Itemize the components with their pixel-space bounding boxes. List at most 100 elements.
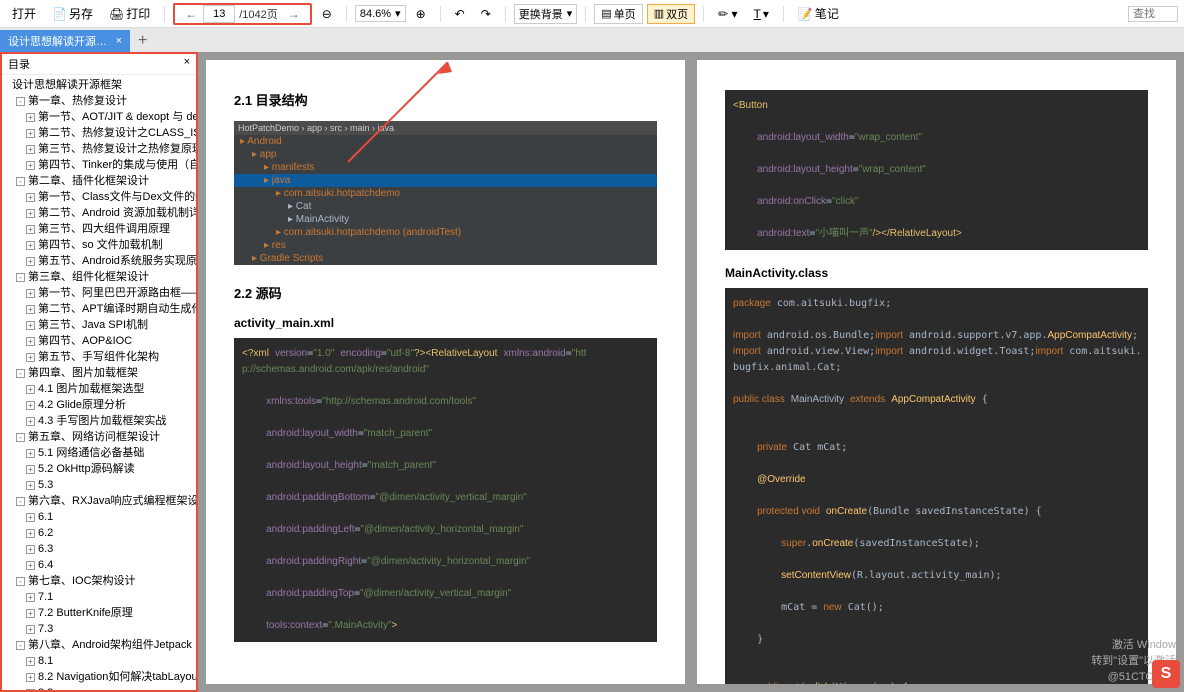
tree-toggle-icon[interactable]: + [26,225,35,234]
tree-toggle-icon[interactable]: + [26,625,35,634]
tree-toggle-icon[interactable]: + [26,321,35,330]
tree-toggle-icon[interactable]: - [16,641,25,650]
outline-item[interactable]: -第四章、图片加载框架 [2,365,196,381]
outline-item[interactable]: +6.4 [2,557,196,573]
background-select[interactable]: 更换背景 ▾ [514,4,578,24]
outline-item[interactable]: -第一章、热修复设计 [2,93,196,109]
text-button[interactable]: T ▾ [748,5,775,23]
outline-item[interactable]: -第六章、RXJava响应式编程框架设计 [2,493,196,509]
prev-page-button[interactable]: ← [179,7,203,21]
tree-toggle-icon[interactable]: + [26,529,35,538]
tree-toggle-icon[interactable]: + [26,465,35,474]
tree-toggle-icon[interactable]: + [26,593,35,602]
outline-item[interactable]: +第二节、热修复设计之CLASS_ISPREVER [2,125,196,141]
notes-button[interactable]: 📝笔记 [792,3,845,24]
document-tab[interactable]: 设计思想解读开源框架无水印版 × [0,30,130,52]
outline-item[interactable]: +4.1 图片加载框架选型 [2,381,196,397]
outline-item[interactable]: +8.1 [2,653,196,669]
tree-toggle-icon[interactable]: + [26,609,35,618]
outline-item[interactable]: +6.1 [2,509,196,525]
outline-item[interactable]: +8.3 [2,685,196,692]
page-viewport[interactable]: 2.1 目录结构 HotPatchDemo › app › src › main… [198,52,1184,692]
tree-toggle-icon[interactable]: + [26,481,35,490]
outline-item[interactable]: -第二章、插件化框架设计 [2,173,196,189]
outline-item[interactable]: +第一节、Class文件与Dex文件的结构解读 [2,189,196,205]
tree-toggle-icon[interactable]: + [26,385,35,394]
outline-item[interactable]: +第一节、阿里巴巴开源路由框——ARout [2,285,196,301]
tree-toggle-icon[interactable]: + [26,449,35,458]
rotate-right-button[interactable]: ↷ [475,5,497,23]
tree-toggle-icon[interactable]: - [16,177,25,186]
outline-item[interactable]: -第八章、Android架构组件Jetpack [2,637,196,653]
tree-toggle-icon[interactable]: + [26,673,35,682]
zoom-select[interactable]: 84.6% ▾ [355,5,406,22]
tree-toggle-icon[interactable]: - [16,97,25,106]
tree-toggle-icon[interactable]: + [26,545,35,554]
outline-item[interactable]: +第三节、热修复设计之热修复原理 [2,141,196,157]
tree-toggle-icon[interactable]: + [26,113,35,122]
outline-item[interactable]: +第一节、AOT/JIT & dexopt 与 dex2oa [2,109,196,125]
close-tab-icon[interactable]: × [116,35,122,47]
outline-item[interactable]: +5.3 [2,477,196,493]
tree-toggle-icon[interactable]: + [26,353,35,362]
tree-toggle-icon[interactable]: - [16,369,25,378]
tree-toggle-icon[interactable]: + [26,193,35,202]
tree-toggle-icon[interactable]: + [26,417,35,426]
tree-toggle-icon[interactable]: + [26,241,35,250]
tree-toggle-icon[interactable]: - [16,577,25,586]
single-page-button[interactable]: ▤单页 [594,4,642,24]
outline-item[interactable]: +4.3 手写图片加载框架实战 [2,413,196,429]
outline-item[interactable]: +7.3 [2,621,196,637]
zoom-out-button[interactable]: ⊖ [316,5,338,23]
tree-toggle-icon[interactable]: + [26,513,35,522]
double-page-button[interactable]: ▥双页 [647,4,695,24]
outline-item[interactable]: +第五节、Android系统服务实现原理 [2,253,196,269]
highlight-button[interactable]: ✏ ▾ [712,5,743,23]
sidebar-close-icon[interactable]: × [184,56,190,72]
search-input[interactable] [1128,6,1178,22]
outline-item[interactable]: +第二节、Android 资源加载机制详解 [2,205,196,221]
print-button[interactable]: 🖨打印 [103,3,156,24]
outline-item[interactable]: +第三节、Java SPI机制 [2,317,196,333]
outline-item[interactable]: +8.2 Navigation如何解决tabLayout问题 [2,669,196,685]
outline-item[interactable]: +6.3 [2,541,196,557]
outline-item[interactable]: +第四节、so 文件加载机制 [2,237,196,253]
tree-toggle-icon[interactable]: + [26,289,35,298]
add-tab-button[interactable]: + [130,30,155,52]
outline-item[interactable]: 设计思想解读开源框架 [2,77,196,93]
rotate-left-button[interactable]: ↶ [449,5,471,23]
tree-toggle-icon[interactable]: - [16,273,25,282]
outline-tree[interactable]: 设计思想解读开源框架-第一章、热修复设计+第一节、AOT/JIT & dexop… [2,75,196,692]
outline-item[interactable]: +第三节、四大组件调用原理 [2,221,196,237]
page-number-input[interactable] [203,5,235,23]
tree-toggle-icon[interactable]: + [26,401,35,410]
tree-toggle-icon[interactable]: + [26,161,35,170]
outline-item[interactable]: +7.1 [2,589,196,605]
saveas-button[interactable]: 📄另存 [46,3,99,24]
tree-toggle-icon[interactable]: + [26,129,35,138]
tree-toggle-icon[interactable]: + [26,657,35,666]
outline-item[interactable]: +4.2 Glide原理分析 [2,397,196,413]
outline-item[interactable]: +6.2 [2,525,196,541]
tree-toggle-icon[interactable]: + [26,561,35,570]
outline-item[interactable]: +第二节、APT编译时期自动生成代码&动 [2,301,196,317]
tree-toggle-icon[interactable]: + [26,257,35,266]
outline-item[interactable]: +5.2 OkHttp源码解读 [2,461,196,477]
open-button[interactable]: 打开 [6,3,42,24]
outline-item[interactable]: +第五节、手写组件化架构 [2,349,196,365]
tree-toggle-icon[interactable]: - [16,497,25,506]
tree-toggle-icon[interactable]: + [26,209,35,218]
outline-item[interactable]: +5.1 网络通信必备基础 [2,445,196,461]
outline-item[interactable]: -第七章、IOC架构设计 [2,573,196,589]
next-page-button[interactable]: → [282,7,306,21]
outline-item[interactable]: +7.2 ButterKnife原理 [2,605,196,621]
outline-item[interactable]: -第三章、组件化框架设计 [2,269,196,285]
tree-toggle-icon[interactable]: + [26,305,35,314]
tree-toggle-icon[interactable]: + [26,337,35,346]
outline-item[interactable]: -第五章、网络访问框架设计 [2,429,196,445]
tree-toggle-icon[interactable]: + [26,145,35,154]
outline-item[interactable]: +第四节、Tinker的集成与使用（自动补丁 [2,157,196,173]
zoom-in-button[interactable]: ⊕ [410,5,432,23]
tree-toggle-icon[interactable]: - [16,433,25,442]
outline-item[interactable]: +第四节、AOP&IOC [2,333,196,349]
